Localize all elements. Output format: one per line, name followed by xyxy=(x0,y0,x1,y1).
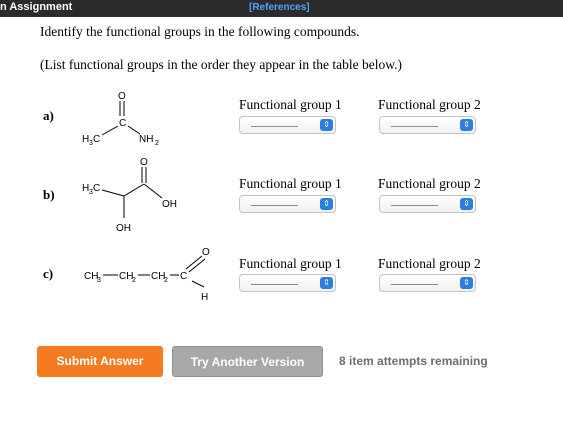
select-value xyxy=(251,205,298,206)
atom-label: 2 xyxy=(132,277,136,284)
updown-chevron-icon: ⇕ xyxy=(320,198,333,210)
row-label-b: b) xyxy=(43,187,55,202)
atom-label: O xyxy=(140,157,148,168)
row-label-a: a) xyxy=(43,108,54,123)
updown-chevron-icon: ⇕ xyxy=(460,119,473,131)
bond-line xyxy=(188,258,206,273)
atom-label: 3 xyxy=(97,277,101,284)
atom-label: C xyxy=(180,271,187,282)
updown-chevron-icon: ⇕ xyxy=(460,198,473,210)
row-b-group2-select[interactable]: ⇕ xyxy=(379,195,476,213)
bond-line xyxy=(191,280,205,288)
atom-label: H xyxy=(201,292,208,303)
top-bar: n Assignment [References] xyxy=(0,0,563,17)
bond-line xyxy=(123,183,145,197)
row-b-group1-label: Functional group 1 xyxy=(239,176,342,191)
row-c-group2-label: Functional group 2 xyxy=(378,256,481,271)
row-b-group1-select[interactable]: ⇕ xyxy=(239,195,336,213)
bond-line xyxy=(185,255,203,270)
row-c-group1-select[interactable]: ⇕ xyxy=(239,274,336,292)
question-instruction: (List functional groups in the order the… xyxy=(40,57,403,72)
atom-label: O xyxy=(118,91,126,102)
molecule-a-structure: O C H 3 C NH 2 xyxy=(82,91,159,147)
row-a-group1-select[interactable]: ⇕ xyxy=(239,116,336,134)
row-a-group1-label: Functional group 1 xyxy=(239,97,342,112)
select-value xyxy=(251,126,298,127)
row-a-group2-label: Functional group 2 xyxy=(378,97,481,112)
attempts-remaining-text: 8 item attempts remaining xyxy=(339,354,488,368)
atom-label: NH xyxy=(139,134,153,145)
question-prompt: Identify the functional groups in the fo… xyxy=(40,24,360,39)
bond-line xyxy=(101,189,125,197)
row-b-group2-label: Functional group 2 xyxy=(378,176,481,191)
row-label-c: c) xyxy=(43,266,54,281)
atom-label: 2 xyxy=(164,277,168,284)
molecule-b-structure: O H 3 C OH OH xyxy=(82,157,177,234)
atom-label: O xyxy=(202,247,210,258)
atom-label: C xyxy=(93,183,100,194)
row-c-group2-select[interactable]: ⇕ xyxy=(379,274,476,292)
updown-chevron-icon: ⇕ xyxy=(460,277,473,289)
bond-line xyxy=(143,183,163,199)
select-value xyxy=(391,284,438,285)
assignment-title: n Assignment xyxy=(0,1,73,13)
select-value xyxy=(251,284,298,285)
updown-chevron-icon: ⇕ xyxy=(320,277,333,289)
atom-label: 2 xyxy=(155,140,159,147)
atom-label: C xyxy=(119,118,126,129)
atom-label: OH xyxy=(116,223,131,234)
submit-answer-button[interactable]: Submit Answer xyxy=(37,346,163,377)
references-link[interactable]: [References] xyxy=(249,2,310,13)
molecule-c-structure: CH 3 CH 2 CH 2 C O H xyxy=(84,247,210,303)
bond-line xyxy=(127,125,141,135)
bond-line xyxy=(101,125,119,136)
atom-label: OH xyxy=(162,199,177,210)
atom-label: C xyxy=(93,134,100,145)
select-value xyxy=(391,205,438,206)
row-a-group2-select[interactable]: ⇕ xyxy=(379,116,476,134)
try-another-version-button[interactable]: Try Another Version xyxy=(172,346,323,377)
row-c-group1-label: Functional group 1 xyxy=(239,256,342,271)
select-value xyxy=(391,126,438,127)
updown-chevron-icon: ⇕ xyxy=(320,119,333,131)
